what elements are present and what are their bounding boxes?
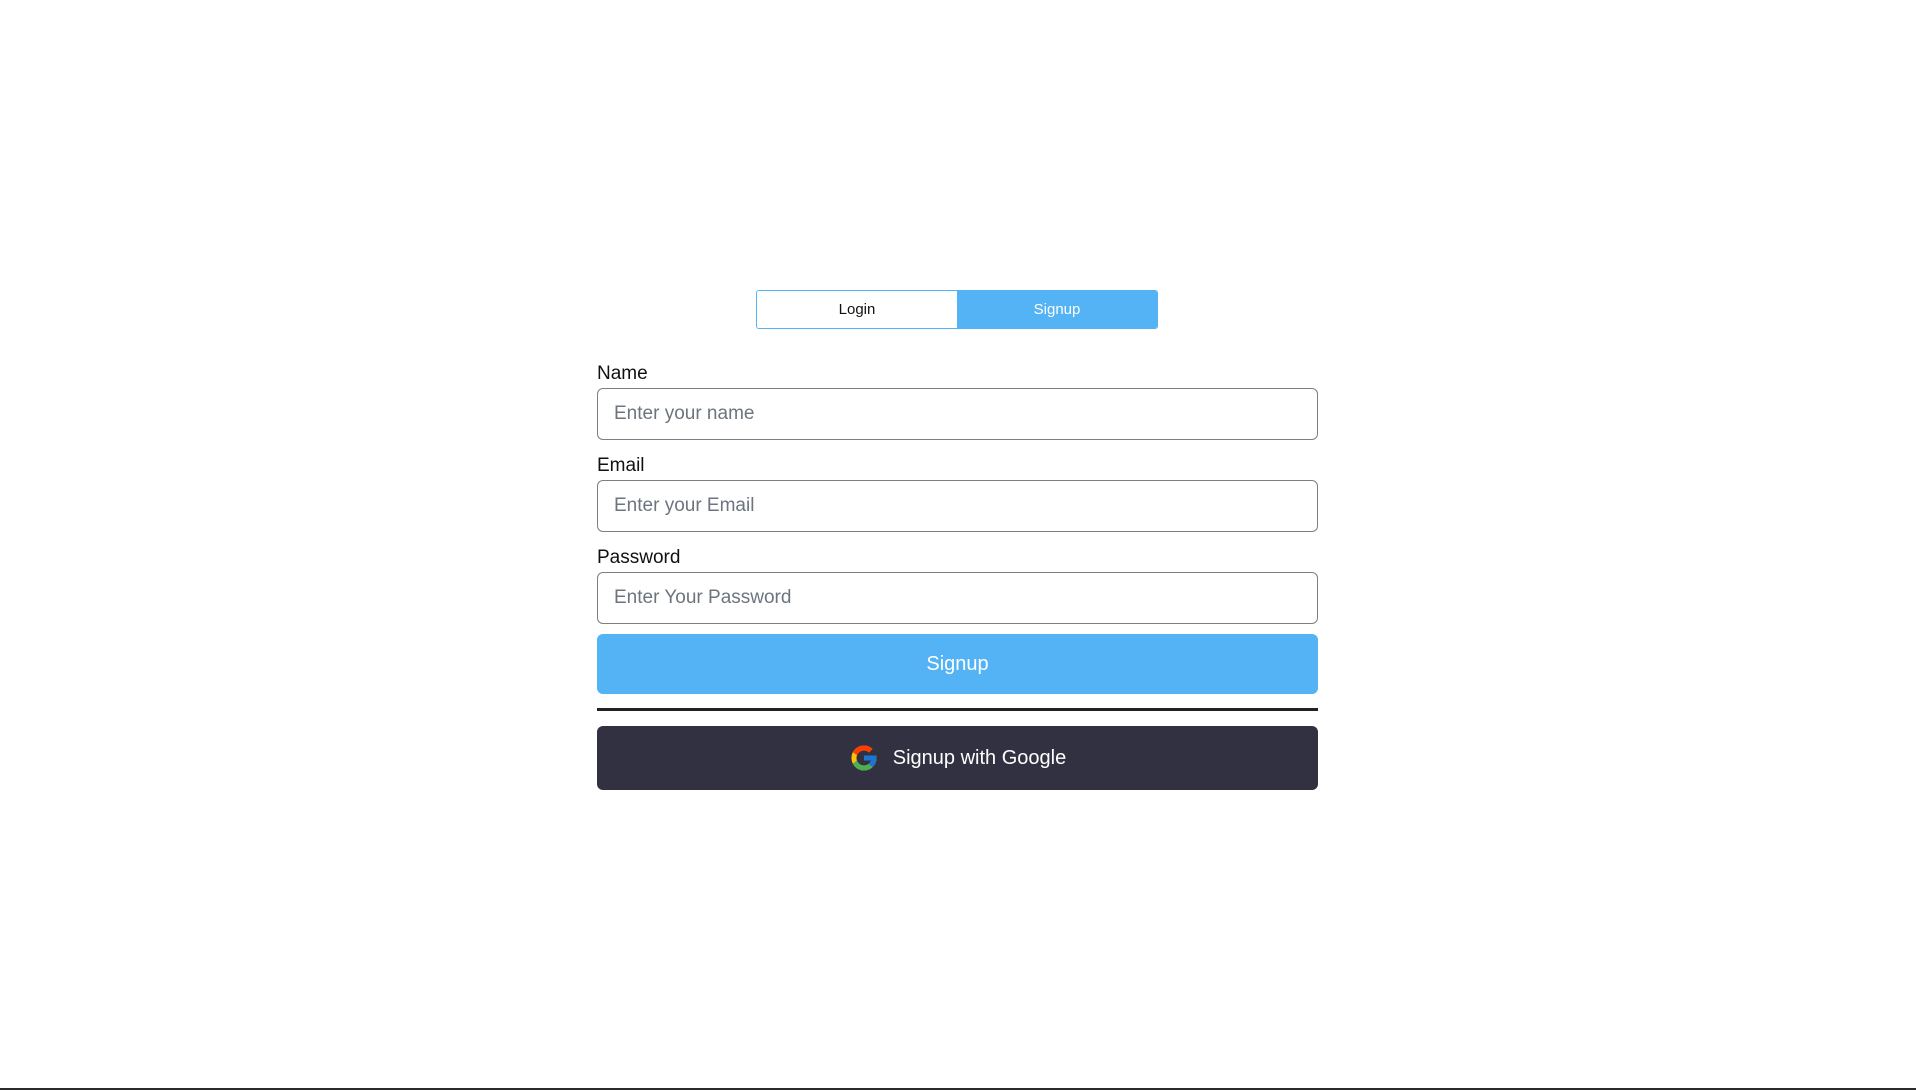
google-icon bbox=[849, 743, 879, 773]
name-label: Name bbox=[597, 363, 648, 384]
signup-button[interactable]: Signup bbox=[597, 634, 1318, 694]
password-label: Password bbox=[597, 547, 681, 568]
google-signup-label: Signup with Google bbox=[892, 746, 1067, 769]
email-input[interactable] bbox=[597, 480, 1318, 532]
signup-page: Login Signup Name Email Password Signup bbox=[0, 0, 1916, 1090]
auth-tab-switcher: Login Signup bbox=[756, 290, 1158, 329]
password-field-group: Password bbox=[597, 546, 1318, 624]
email-label: Email bbox=[597, 455, 645, 476]
signup-form: Name Email Password Signup Signup with G… bbox=[597, 362, 1318, 790]
divider bbox=[597, 708, 1318, 711]
name-input[interactable] bbox=[597, 388, 1318, 440]
tab-login[interactable]: Login bbox=[757, 291, 957, 328]
tab-signup[interactable]: Signup bbox=[957, 291, 1157, 328]
password-input[interactable] bbox=[597, 572, 1318, 624]
name-field-group: Name bbox=[597, 362, 1318, 440]
google-signup-button[interactable]: Signup with Google bbox=[597, 726, 1318, 790]
email-field-group: Email bbox=[597, 454, 1318, 532]
